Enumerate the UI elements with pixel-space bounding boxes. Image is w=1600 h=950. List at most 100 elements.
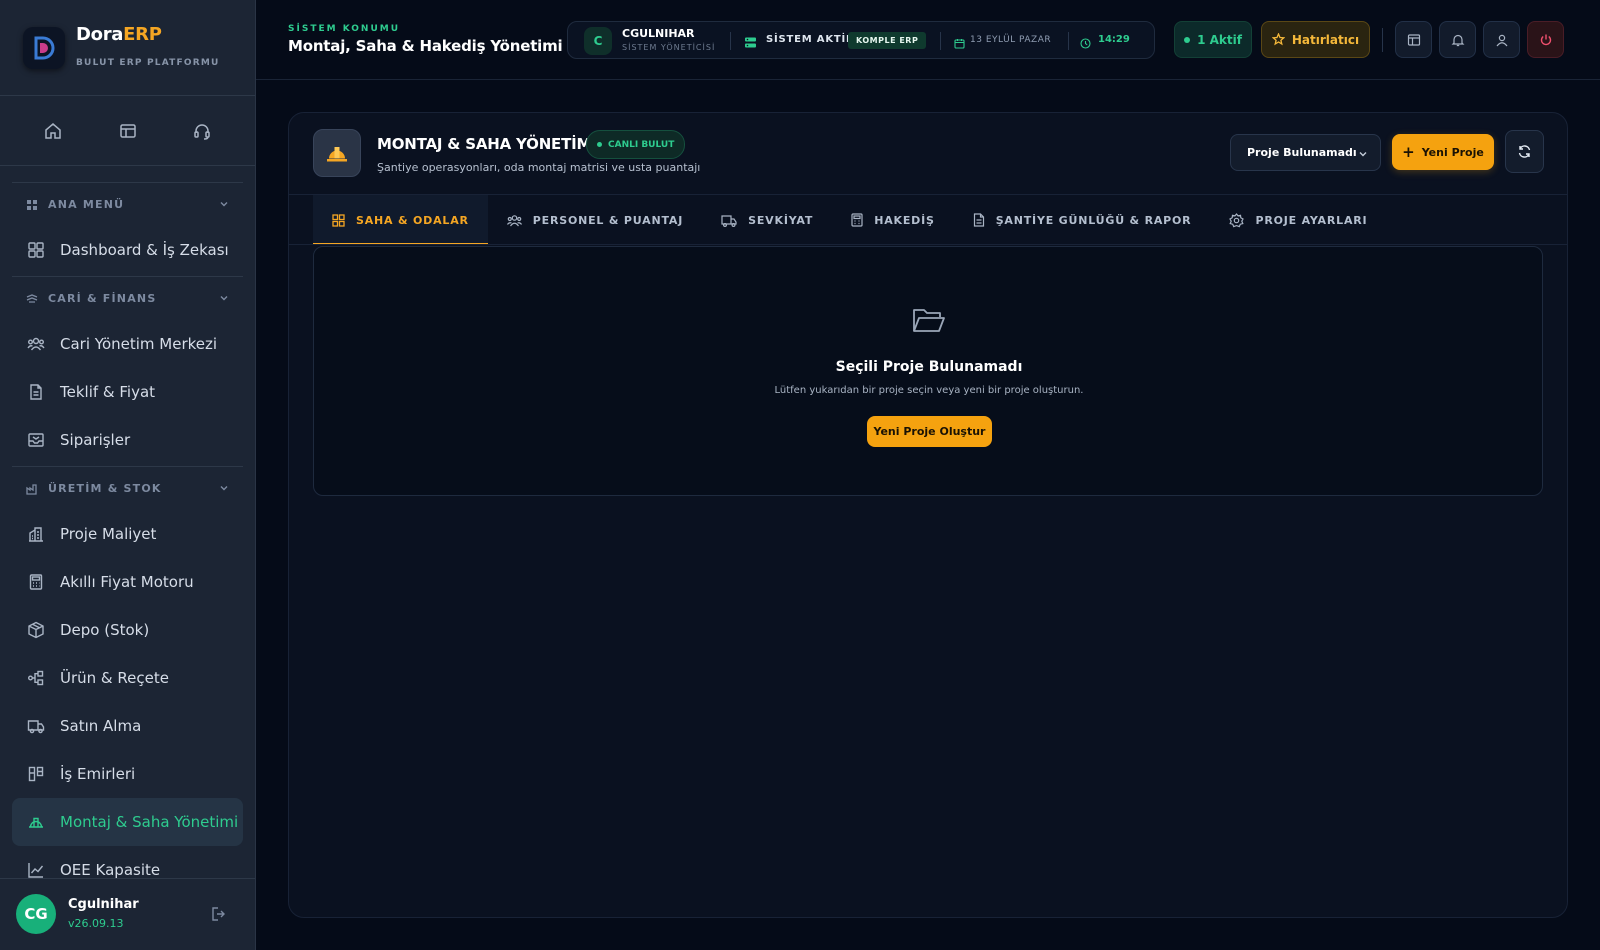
users-icon [26,334,46,354]
sidebar-item-urun-recete[interactable]: Ürün & Reçete [12,654,243,702]
section-uretim-stok[interactable]: ÜRETİM & STOK [12,466,243,510]
quick-actions [0,96,255,166]
power-button[interactable] [1527,21,1564,58]
section-ana-menu[interactable]: ANA MENÜ [12,182,243,226]
tab-proje-ayarlari[interactable]: PROJE AYARLARI [1210,195,1386,245]
status-dot [597,142,602,147]
refresh-button[interactable] [1505,130,1544,173]
panel-header: MONTAJ & SAHA YÖNETİMİ CANLI BULUT Şanti… [289,113,1567,195]
tab-personel-puantaj[interactable]: PERSONEL & PUANTAJ [488,195,702,245]
folder-open-icon [912,307,946,339]
layout-icon[interactable] [115,118,141,144]
sidebar-item-proje-maliyet[interactable]: Proje Maliyet [12,510,243,558]
chevron-down-icon [220,296,228,301]
brand-name: DoraERP [76,24,162,45]
box-icon [26,620,46,640]
document-icon [973,213,985,227]
project-select[interactable]: Proje Bulunamadı [1230,134,1381,171]
chevron-down-icon [220,202,228,207]
logout-icon[interactable] [210,905,228,927]
kanban-icon [26,764,46,784]
refresh-icon [1518,145,1531,158]
panel-title: MONTAJ & SAHA YÖNETİMİ [377,135,597,153]
create-project-button[interactable]: Yeni Proje Oluştur [867,416,992,447]
divider [940,32,941,50]
empty-state-title: Seçili Proje Bulunamadı [835,359,1023,375]
tab-sevkiyat[interactable]: SEVKİYAT [702,195,832,245]
reminder-button[interactable]: Hatırlatıcı [1261,21,1370,58]
panel-subtitle: Şantiye operasyonları, oda montaj matris… [377,161,701,174]
brand-logo-icon[interactable] [23,27,65,69]
empty-state-subtitle: Lütfen yukarıdan bir proje seçin veya ye… [774,385,1084,396]
user-icon [1496,34,1507,46]
layout-toggle-button[interactable] [1395,21,1432,58]
gear-icon [1229,212,1245,228]
profile-button[interactable] [1483,21,1520,58]
wallet-small-icon [26,293,38,305]
bell-icon [1451,34,1464,46]
tab-saha-odalar[interactable]: SAHA & ODALAR [313,195,488,245]
user-initial-badge: C [584,27,612,55]
calculator-icon [26,572,46,592]
section-cari-finans[interactable]: CARİ & FİNANS [12,276,243,320]
pin-icon [1271,33,1285,46]
sidebar-item-depo[interactable]: Depo (Stok) [12,606,243,654]
sidebar: DoraERP BULUT ERP PLATFORMU ANA MENÜ Das… [0,0,256,950]
tab-santiye-gunlugu[interactable]: ŞANTİYE GÜNLÜĞÜ & RAPOR [954,195,1211,245]
divider [1382,28,1383,52]
sidebar-item-cari-yonetim[interactable]: Cari Yönetim Merkezi [12,320,243,368]
home-icon[interactable] [40,118,66,144]
factory-small-icon [26,483,38,495]
user-name: Cgulnihar [68,897,139,912]
avatar[interactable]: CG [16,894,56,934]
calendar-icon [954,34,965,53]
brand: DoraERP BULUT ERP PLATFORMU [0,0,255,96]
flow-icon [26,668,46,688]
tab-hakedis[interactable]: HAKEDİŞ [832,195,954,245]
headset-icon[interactable] [189,118,215,144]
hard-hat-icon [26,812,46,832]
sidebar-item-teklif[interactable]: Teklif & Fiyat [12,368,243,416]
current-time: 14:29 [1098,34,1130,45]
hard-hat-icon [313,129,361,177]
sidebar-item-montaj-saha[interactable]: Montaj & Saha Yönetimi [12,798,243,846]
location-title: Montaj, Saha & Hakediş Yönetimi [288,37,563,55]
brand-subtitle: BULUT ERP PLATFORMU [76,58,220,68]
current-date: 13 EYLÜL PAZAR [970,35,1052,45]
server-icon [744,34,757,53]
sidebar-nav: ANA MENÜ Dashboard & İş Zekası CARİ & Fİ… [12,182,243,894]
user-profile: CG Cgulnihar v26.09.13 [0,878,255,950]
montaj-saha-panel: MONTAJ & SAHA YÖNETİMİ CANLI BULUT Şanti… [288,112,1568,918]
divider [730,32,731,50]
chevron-down-icon [220,486,228,491]
grid-icon [332,213,345,227]
divider [1068,32,1069,50]
building-icon [26,524,46,544]
tab-divider [289,244,1567,245]
topbar-user-role: SİSTEM YÖNETİCİSİ [622,43,716,52]
dashboard-icon [26,240,46,260]
system-status: SİSTEM AKTİF [766,34,854,45]
topbar-user-name: CGULNIHAR [622,27,695,40]
grid-small-icon [26,199,38,211]
truck-icon [26,716,46,736]
location-label: SİSTEM KONUMU [288,24,401,34]
sidebar-item-is-emirleri[interactable]: İş Emirleri [12,750,243,798]
power-icon [1540,34,1551,45]
notifications-button[interactable] [1439,21,1476,58]
system-status-bar: C CGULNIHAR SİSTEM YÖNETİCİSİ SİSTEM AKT… [567,21,1155,59]
sidebar-item-siparisler[interactable]: Siparişler [12,416,243,464]
panel-tabs: SAHA & ODALAR PERSONEL & PUANTAJ SEVKİYA… [313,195,1386,245]
new-project-button[interactable]: + Yeni Proje [1392,134,1494,170]
active-users-button[interactable]: 1 Aktif [1174,21,1252,58]
calculator-icon [851,213,863,227]
sidebar-item-dashboard[interactable]: Dashboard & İş Zekası [12,226,243,274]
empty-state: Seçili Proje Bulunamadı Lütfen yukarıdan… [313,246,1543,496]
sidebar-item-fiyat-motoru[interactable]: Akıllı Fiyat Motoru [12,558,243,606]
chart-line-icon [26,860,46,880]
layout-icon [1407,33,1420,46]
sidebar-item-satin-alma[interactable]: Satın Alma [12,702,243,750]
document-icon [26,382,46,402]
live-badge: CANLI BULUT [586,130,686,159]
app-version: v26.09.13 [68,917,124,930]
